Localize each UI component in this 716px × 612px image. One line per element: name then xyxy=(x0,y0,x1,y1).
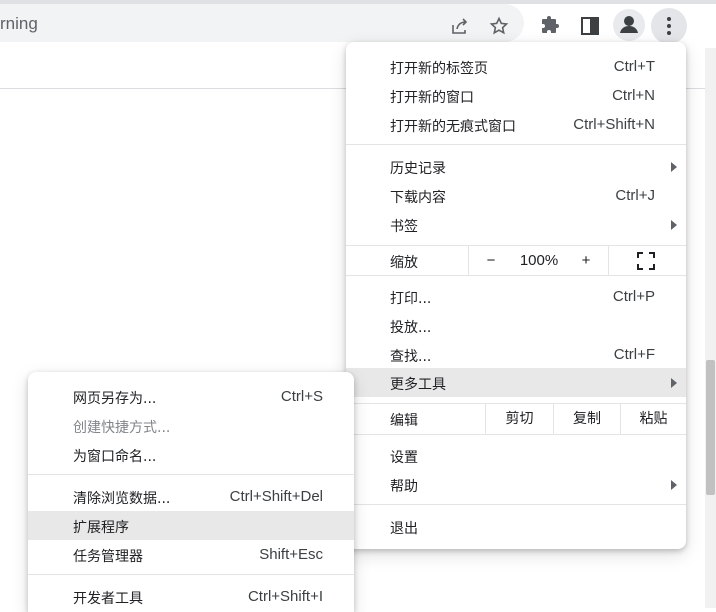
menu-item-label: 为窗口命名... xyxy=(73,449,157,465)
menu-item-shortcut: Ctrl+P xyxy=(612,288,655,305)
menu-item-label: 开发者工具 xyxy=(73,591,143,607)
menu-item-shortcut: Ctrl+N xyxy=(612,87,655,104)
menu-item-shortcut: Shift+Esc xyxy=(259,546,323,563)
menu-item-label: 帮助 xyxy=(390,479,418,495)
menu-item-label: 打印... xyxy=(390,291,432,307)
kebab-menu-icon[interactable] xyxy=(651,8,687,44)
menu-item-label: 设置 xyxy=(390,450,418,466)
menu-item-clear-browsing-data[interactable]: 清除浏览数据... Ctrl+Shift+Del xyxy=(28,482,354,511)
menu-item-label: 投放... xyxy=(390,320,432,336)
menu-item-extensions[interactable]: 扩展程序 xyxy=(28,511,354,540)
menu-item-downloads[interactable]: 下载内容 Ctrl+J xyxy=(346,181,686,210)
star-icon[interactable] xyxy=(489,16,509,36)
menu-item-shortcut: Ctrl+S xyxy=(280,388,323,405)
puzzle-icon[interactable] xyxy=(539,15,561,37)
menu-item-label: 打开新的无痕式窗口 xyxy=(390,119,516,135)
menu-item-label: 退出 xyxy=(390,521,418,537)
menu-item-label: 扩展程序 xyxy=(73,520,129,536)
menu-item-label: 查找... xyxy=(390,349,432,365)
side-panel-icon[interactable] xyxy=(579,15,601,37)
menu-item-label: 打开新的窗口 xyxy=(390,90,474,106)
menu-item-cast[interactable]: 投放... xyxy=(346,311,686,340)
menu-item-history[interactable]: 历史记录 xyxy=(346,152,686,181)
menu-item-new-tab[interactable]: 打开新的标签页 Ctrl+T xyxy=(346,52,686,81)
menu-separator xyxy=(28,574,354,575)
submenu-arrow-icon xyxy=(671,378,677,388)
menu-item-label: 创建快捷方式... xyxy=(73,420,171,436)
menu-item-exit[interactable]: 退出 xyxy=(346,512,686,541)
menu-item-label: 更多工具 xyxy=(390,377,446,393)
menu-item-task-manager[interactable]: 任务管理器 Shift+Esc xyxy=(28,540,354,569)
menu-item-shortcut: Ctrl+Shift+Del xyxy=(229,488,323,505)
menu-item-label: 打开新的标签页 xyxy=(390,61,488,77)
zoom-out-button[interactable]: − xyxy=(478,246,504,276)
menu-item-shortcut: Ctrl+T xyxy=(613,58,655,75)
menu-item-new-window[interactable]: 打开新的窗口 Ctrl+N xyxy=(346,81,686,110)
menu-item-create-shortcut[interactable]: 创建快捷方式... xyxy=(28,411,354,440)
menu-separator xyxy=(346,275,686,276)
zoom-divider xyxy=(608,246,609,276)
zoom-label: 缩放 xyxy=(390,255,418,271)
menu-item-save-page[interactable]: 网页另存为... Ctrl+S xyxy=(28,382,354,411)
menu-item-find[interactable]: 查找... Ctrl+F xyxy=(346,340,686,369)
zoom-row: 缩放 − 100% + xyxy=(346,246,686,276)
submenu-arrow-icon xyxy=(671,162,677,172)
fullscreen-icon[interactable] xyxy=(636,251,656,271)
address-bar[interactable]: rning xyxy=(0,4,524,42)
menu-item-more-tools[interactable]: 更多工具 xyxy=(346,368,686,397)
zoom-divider xyxy=(468,246,469,276)
menu-item-label: 任务管理器 xyxy=(73,549,143,565)
menu-item-label: 书签 xyxy=(390,219,418,235)
menu-item-shortcut: Ctrl+Shift+N xyxy=(573,116,655,133)
menu-item-shortcut: Ctrl+Shift+I xyxy=(247,588,323,605)
paste-button[interactable]: 粘贴 xyxy=(621,404,686,434)
menu-item-label: 清除浏览数据... xyxy=(73,491,171,507)
edit-label: 编辑 xyxy=(390,413,418,429)
menu-item-bookmarks[interactable]: 书签 xyxy=(346,210,686,239)
chrome-main-menu: 打开新的标签页 Ctrl+T 打开新的窗口 Ctrl+N 打开新的无痕式窗口 C… xyxy=(346,42,686,549)
menu-item-new-incognito[interactable]: 打开新的无痕式窗口 Ctrl+Shift+N xyxy=(346,110,686,139)
profile-icon[interactable] xyxy=(613,9,645,41)
menu-item-help[interactable]: 帮助 xyxy=(346,470,686,499)
menu-separator xyxy=(28,474,354,475)
menu-item-label: 下载内容 xyxy=(390,190,446,206)
edit-row: 编辑 剪切 复制 粘贴 xyxy=(346,404,686,434)
menu-item-settings[interactable]: 设置 xyxy=(346,441,686,470)
menu-separator xyxy=(346,504,686,505)
menu-item-shortcut: Ctrl+J xyxy=(615,187,655,204)
zoom-in-button[interactable]: + xyxy=(573,246,599,276)
menu-item-developer-tools[interactable]: 开发者工具 Ctrl+Shift+I xyxy=(28,582,354,611)
copy-button[interactable]: 复制 xyxy=(554,404,620,434)
submenu-arrow-icon xyxy=(671,480,677,490)
menu-item-label: 网页另存为... xyxy=(73,391,157,407)
zoom-level: 100% xyxy=(519,252,559,269)
menu-item-print[interactable]: 打印... Ctrl+P xyxy=(346,282,686,311)
menu-separator xyxy=(346,434,686,435)
cut-button[interactable]: 剪切 xyxy=(486,404,553,434)
more-tools-submenu: 网页另存为... Ctrl+S 创建快捷方式... 为窗口命名... 清除浏览数… xyxy=(28,372,354,612)
menu-separator xyxy=(346,144,686,145)
page-scrollbar-thumb[interactable] xyxy=(706,360,715,495)
share-icon[interactable] xyxy=(449,16,469,36)
address-bar-text: rning xyxy=(0,14,38,33)
menu-item-name-window[interactable]: 为窗口命名... xyxy=(28,440,354,469)
menu-item-label: 历史记录 xyxy=(390,161,446,177)
submenu-arrow-icon xyxy=(671,220,677,230)
menu-item-shortcut: Ctrl+F xyxy=(613,346,655,363)
page-scrollbar-track[interactable] xyxy=(705,48,716,608)
